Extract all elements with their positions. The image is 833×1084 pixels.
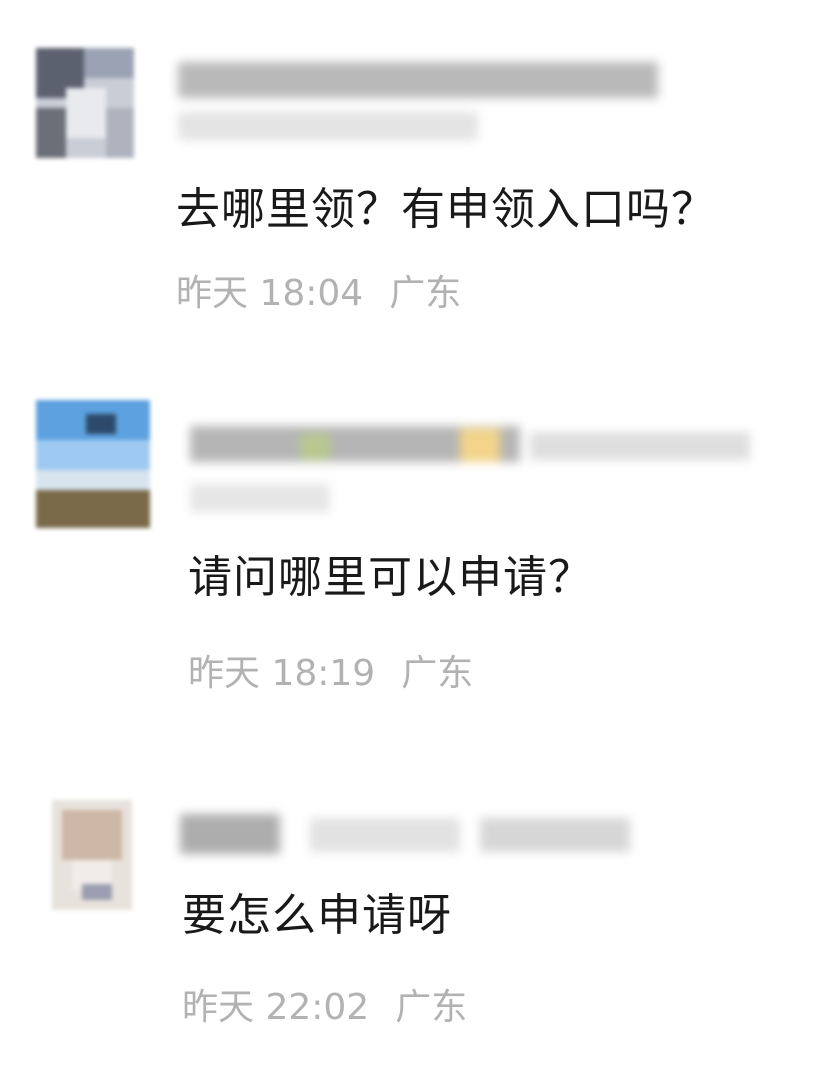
avatar[interactable] bbox=[52, 800, 132, 910]
comment-time: 昨天 22:02 bbox=[182, 987, 370, 1028]
comment-item: 要怎么申请呀 昨天 22:02 广东 bbox=[0, 0, 833, 1084]
comment-list: { "comments": [ { "username": "", "text"… bbox=[0, 0, 833, 1084]
username-blurred[interactable] bbox=[180, 808, 640, 868]
comment-meta: 昨天 22:02 广东 bbox=[182, 986, 467, 1030]
comment-location: 广东 bbox=[395, 987, 468, 1028]
comment-text: 要怎么申请呀 bbox=[182, 890, 452, 941]
